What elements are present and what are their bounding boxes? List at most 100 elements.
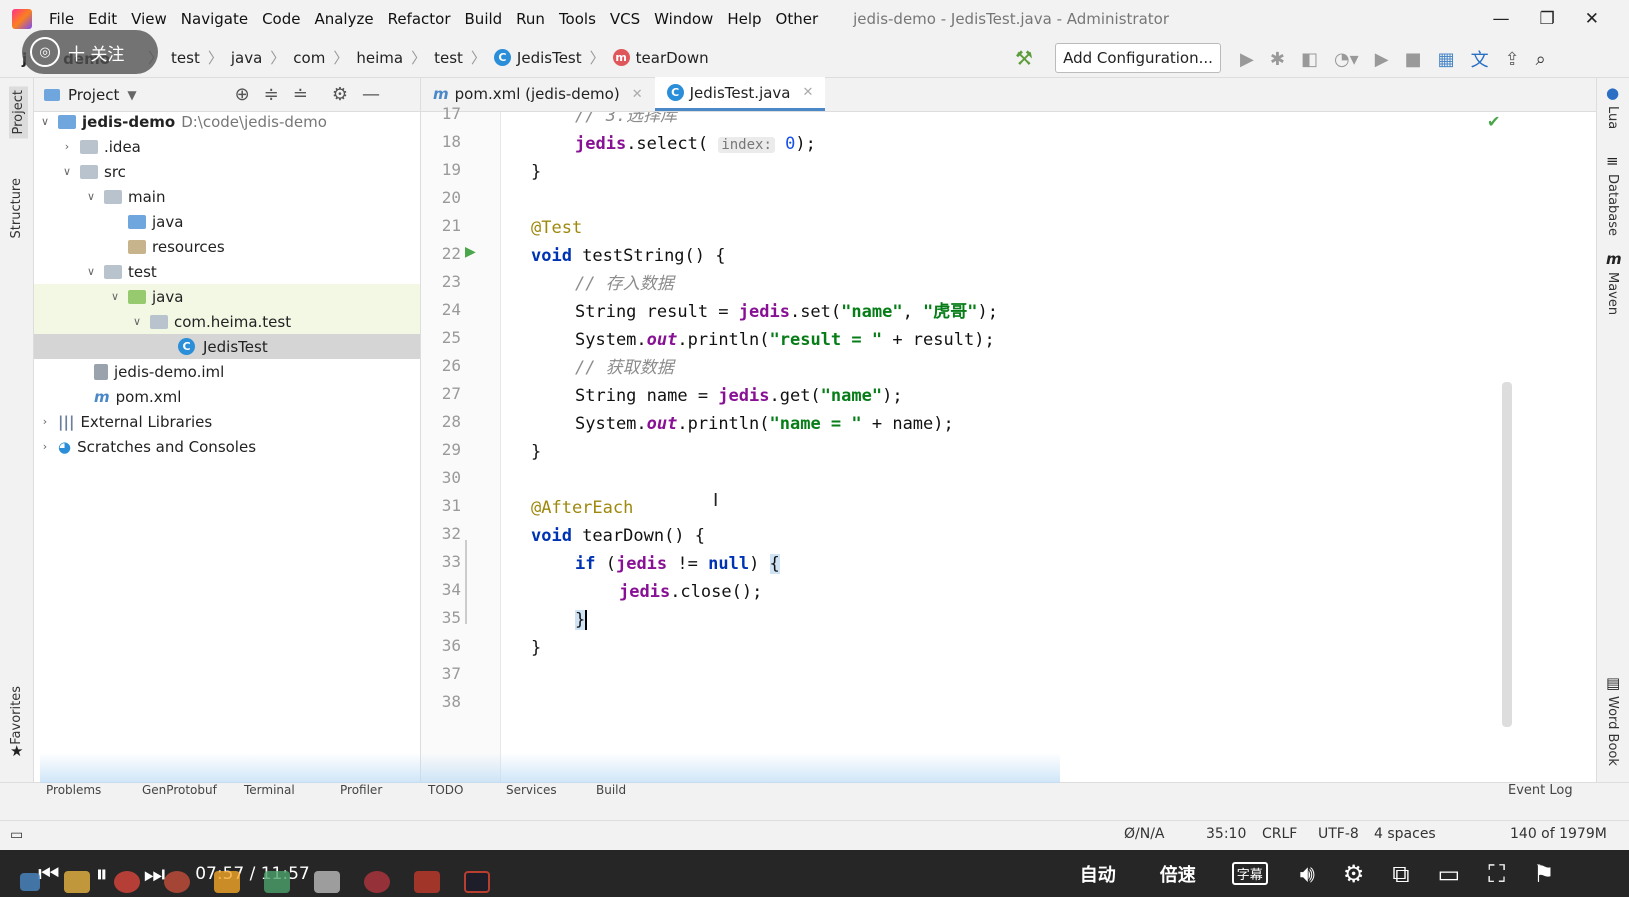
share-icon[interactable]: ⚑ <box>1533 860 1555 888</box>
menu-run[interactable]: Run <box>509 10 552 28</box>
tree-item-idea[interactable]: › .idea <box>34 134 420 159</box>
miniplayer-icon[interactable]: ⧉ <box>1392 860 1409 888</box>
tool-services[interactable]: Services <box>506 783 557 797</box>
project-panel-title[interactable]: Project <box>68 86 119 104</box>
settings-icon[interactable]: ⚙ <box>1343 860 1365 888</box>
tree-item-main-java[interactable]: java <box>34 209 420 234</box>
windows-start-icon[interactable] <box>20 872 40 891</box>
tool-lua[interactable]: Lua <box>1605 106 1620 129</box>
subtitle-button[interactable]: 字幕 <box>1231 862 1268 885</box>
add-configuration-button[interactable]: Add Configuration... <box>1055 43 1221 73</box>
menu-refactor[interactable]: Refactor <box>381 10 458 28</box>
tree-item-iml[interactable]: jedis-demo.iml <box>34 359 420 384</box>
close-button[interactable]: ✕ <box>1585 9 1599 29</box>
project-structure-icon[interactable]: ▦ <box>1438 49 1455 70</box>
menu-vcs[interactable]: VCS <box>603 10 647 28</box>
chrome-icon[interactable] <box>114 870 140 893</box>
hide-panel-icon[interactable]: — <box>362 84 380 105</box>
breadcrumb-item[interactable]: heima <box>356 49 403 67</box>
menu-navigate[interactable]: Navigate <box>174 10 255 28</box>
breadcrumb-item[interactable]: test <box>434 49 463 67</box>
menu-file[interactable]: File <box>42 10 81 28</box>
locate-icon[interactable]: ⊕ <box>235 84 250 105</box>
typora-icon[interactable] <box>314 870 340 893</box>
profile-icon[interactable]: ◔▾ <box>1334 49 1359 70</box>
debug-icon[interactable]: ✱ <box>1270 49 1285 70</box>
menu-build[interactable]: Build <box>458 10 510 28</box>
intellij-taskbar-icon[interactable] <box>464 870 490 893</box>
dropdown-arrow-icon[interactable]: ▼ <box>127 88 136 102</box>
tool-wordbook[interactable]: Word Book <box>1605 696 1620 766</box>
breadcrumb-item[interactable]: java <box>231 49 262 67</box>
theater-icon[interactable]: ▭ <box>1438 860 1461 888</box>
tree-item-external-libraries[interactable]: › ||| External Libraries <box>34 409 420 434</box>
tree-item-test[interactable]: ∨ test <box>34 259 420 284</box>
menu-view[interactable]: View <box>124 10 174 28</box>
update-icon[interactable]: ⇪ <box>1505 49 1520 70</box>
tool-profiler[interactable]: Profiler <box>340 783 382 797</box>
tool-problems[interactable]: Problems <box>46 783 101 797</box>
status-vcs[interactable]: Ø/N/A <box>1124 826 1165 842</box>
menu-tools[interactable]: Tools <box>552 10 603 28</box>
tree-item-test-java[interactable]: ∨ java <box>34 284 420 309</box>
tool-terminal[interactable]: Terminal <box>244 783 295 797</box>
breadcrumb-item[interactable]: JedisTest <box>517 49 582 67</box>
status-indent[interactable]: 4 spaces <box>1374 826 1436 842</box>
tool-event-log[interactable]: Event Log <box>1508 783 1573 798</box>
run-test-gutter-icon[interactable]: ▶ <box>465 244 476 260</box>
tree-item-jedistest[interactable]: C JedisTest <box>34 334 420 359</box>
collapse-all-icon[interactable]: ≐ <box>293 84 308 105</box>
expand-all-icon[interactable]: ≑ <box>264 84 279 105</box>
search-icon[interactable]: ⌕ <box>1536 49 1546 70</box>
follow-overlay[interactable]: ◎ 十 关注 <box>22 30 158 74</box>
app-icon[interactable] <box>214 870 240 893</box>
quality-auto-button[interactable]: 自动 <box>1080 861 1116 887</box>
code-editor[interactable]: // 3.选择库 jedis.select( index: 0); } @Tes… <box>501 112 1596 782</box>
build-hammer-icon[interactable]: ⚒ <box>1015 46 1033 70</box>
tool-maven[interactable]: Maven <box>1605 272 1620 315</box>
tree-item-resources[interactable]: resources <box>34 234 420 259</box>
run-icon[interactable]: ▶ <box>1240 49 1254 70</box>
breadcrumb-item[interactable]: com <box>293 49 325 67</box>
app-icon-3[interactable] <box>414 870 440 893</box>
coverage-icon[interactable]: ◧ <box>1301 49 1318 70</box>
layout-icon[interactable]: ▭ <box>10 827 23 843</box>
tool-database[interactable]: Database <box>1605 174 1620 236</box>
explorer-icon[interactable] <box>64 870 90 893</box>
tool-favorites[interactable]: Favorites <box>9 686 24 745</box>
tree-item-jedis-demo[interactable]: ∨ jedis-demo D:\code\jedis-demo <box>34 109 420 134</box>
status-position[interactable]: 35:10 <box>1206 826 1246 842</box>
tool-project[interactable]: Project <box>9 86 28 139</box>
menu-code[interactable]: Code <box>255 10 307 28</box>
breadcrumb-item[interactable]: test <box>171 49 200 67</box>
tree-item-pom[interactable]: m pom.xml <box>34 384 420 409</box>
status-memory[interactable]: 140 of 1979M <box>1510 826 1607 842</box>
tree-item-scratches[interactable]: › ◕ Scratches and Consoles <box>34 434 420 459</box>
menu-other[interactable]: Other <box>769 10 826 28</box>
editor-scrollbar[interactable] <box>1502 382 1512 727</box>
redis-icon[interactable] <box>364 870 390 893</box>
tree-item-main[interactable]: ∨ main <box>34 184 420 209</box>
menu-edit[interactable]: Edit <box>81 10 124 28</box>
app-icon-2[interactable] <box>264 870 290 893</box>
close-icon[interactable]: ✕ <box>803 85 814 100</box>
volume-icon[interactable]: 🔊︎ <box>1300 860 1315 888</box>
status-line-separator[interactable]: CRLF <box>1262 826 1297 842</box>
fullscreen-icon[interactable]: ⛶ <box>1488 860 1505 888</box>
tool-todo[interactable]: TODO <box>428 783 463 797</box>
minimize-button[interactable]: — <box>1493 9 1510 29</box>
close-icon[interactable]: ✕ <box>632 87 643 102</box>
tool-structure[interactable]: Structure <box>9 178 24 238</box>
translate-icon[interactable]: 文 <box>1471 46 1489 72</box>
run-anything-icon[interactable]: ▶ <box>1375 49 1389 70</box>
tree-item-src[interactable]: ∨ src <box>34 159 420 184</box>
menu-window[interactable]: Window <box>647 10 720 28</box>
stop-icon[interactable]: ■ <box>1405 49 1422 70</box>
status-encoding[interactable]: UTF-8 <box>1318 826 1359 842</box>
tree-item-package[interactable]: ∨ com.heima.test <box>34 309 420 334</box>
powerpoint-icon[interactable] <box>164 870 190 893</box>
gear-icon[interactable]: ⚙ <box>332 84 348 105</box>
speed-button[interactable]: 倍速 <box>1160 861 1196 887</box>
tab-jedistest-java[interactable]: C JedisTest.java ✕ <box>654 77 826 111</box>
restore-button[interactable]: ❐ <box>1540 9 1555 29</box>
